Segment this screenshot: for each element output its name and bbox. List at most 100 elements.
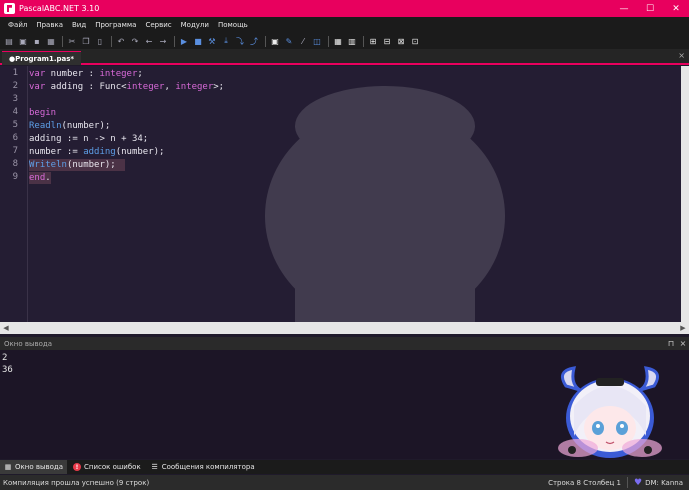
status-message: Компиляция прошла успешно (9 строк) [3, 478, 150, 487]
save-all-icon[interactable]: ▦ [45, 35, 57, 47]
output-panel-title: Окно вывода [4, 339, 53, 348]
toolbar-separator [62, 35, 63, 47]
toolbar-separator [328, 35, 329, 47]
step-over-icon[interactable]: ⤓ [220, 35, 232, 47]
status-separator [626, 477, 628, 488]
tab-label: Сообщения компилятора [161, 463, 255, 471]
code-line-4: begin [29, 108, 57, 118]
code-editor[interactable]: 1 2 3 4 5 6 7 8 9 var number : integer; … [0, 66, 689, 322]
toolbar-separator [363, 35, 364, 47]
line-number: 1 [12, 68, 18, 78]
code-line-6: adding := n -> n + 34; [29, 134, 149, 144]
network-icon-3[interactable]: ⊠ [395, 35, 407, 47]
toolbar-separator [111, 35, 112, 47]
close-panel-icon[interactable]: × [677, 339, 689, 348]
back-icon[interactable]: ← [143, 35, 155, 47]
minimize-button[interactable]: — [611, 0, 637, 17]
menu-file[interactable]: Файл [8, 21, 27, 29]
code-line-5: Readln(number); [29, 121, 111, 131]
code-line-2: var adding : Func<integer, integer>; [29, 82, 225, 92]
menu-program[interactable]: Программа [95, 21, 136, 29]
network-icon-2[interactable]: ⊟ [381, 35, 393, 47]
editor-tab-strip: ●Program1.pas* × [0, 49, 689, 65]
heart-icon: ♥ [633, 477, 643, 488]
line-number: 8 [12, 159, 18, 169]
theme-label: DM: Kanna [645, 478, 683, 487]
form-designer-icon[interactable]: ◫ [311, 35, 323, 47]
title-bar: PascalABC.NET 3.10 — ☐ ✕ [0, 0, 689, 17]
format-icon[interactable]: ⁄ [297, 35, 309, 47]
output-window-icon: ▦ [4, 463, 12, 471]
run-icon[interactable]: ▶ [178, 35, 190, 47]
menu-bar: Файл Правка Вид Программа Сервис Модули … [0, 17, 689, 33]
cursor-position: Строка 8 Столбец 1 [548, 478, 621, 487]
background-character-image [265, 86, 505, 322]
close-button[interactable]: ✕ [663, 0, 689, 17]
tab-output-window[interactable]: ▦ Окно вывода [0, 460, 68, 474]
bottom-panel-tabs: ▦ Окно вывода ! Список ошибок ☰ Сообщени… [0, 460, 689, 474]
scroll-left-icon[interactable]: ◀ [0, 322, 12, 334]
network-icon-1[interactable]: ⊞ [367, 35, 379, 47]
menu-service[interactable]: Сервис [145, 21, 171, 29]
line-number: 9 [12, 172, 18, 182]
undo-icon[interactable]: ↶ [115, 35, 127, 47]
status-bar: Компиляция прошла успешно (9 строк) Стро… [0, 475, 689, 490]
debug-icon[interactable]: ✎ [283, 35, 295, 47]
build-icon[interactable]: ⚒ [206, 35, 218, 47]
output-line: 2 [2, 353, 8, 363]
toolbar-separator [174, 35, 175, 47]
code-line-1: var number : integer; [29, 69, 143, 79]
line-number: 7 [12, 146, 18, 156]
close-tab-icon[interactable]: × [678, 51, 685, 60]
scroll-track[interactable] [12, 322, 677, 334]
window-icon[interactable]: ▦ [332, 35, 344, 47]
cut-icon[interactable]: ✂ [66, 35, 78, 47]
redo-icon[interactable]: ↷ [129, 35, 141, 47]
copy-icon[interactable]: ❐ [80, 35, 92, 47]
save-icon[interactable]: ▪ [31, 35, 43, 47]
menu-view[interactable]: Вид [72, 21, 86, 29]
network-icon-4[interactable]: ⊡ [409, 35, 421, 47]
maximize-button[interactable]: ☐ [637, 0, 663, 17]
tab-label: Список ошибок [84, 463, 141, 471]
new-file-icon[interactable]: ▤ [3, 35, 15, 47]
tab-error-list[interactable]: ! Список ошибок [69, 460, 145, 474]
step-into-icon[interactable]: ⤵ [234, 35, 246, 47]
editor-horizontal-scrollbar[interactable]: ◀ ▶ [0, 322, 689, 334]
window-title: PascalABC.NET 3.10 [19, 4, 100, 13]
stop-icon[interactable]: ■ [192, 35, 204, 47]
properties-icon[interactable]: ▥ [346, 35, 358, 47]
console-icon[interactable]: ▣ [269, 35, 281, 47]
step-out-icon[interactable]: ⤴ [248, 35, 260, 47]
editor-vertical-scrollbar[interactable] [681, 66, 689, 322]
line-number: 3 [12, 94, 18, 104]
output-panel-header: Окно вывода ⊓ × [0, 337, 689, 350]
app-logo-icon [4, 3, 15, 14]
scroll-right-icon[interactable]: ▶ [677, 322, 689, 334]
toolbar: ▤ ▣ ▪ ▦ ✂ ❐ ▯ ↶ ↷ ← → ▶ ■ ⚒ ⤓ ⤵ ⤴ ▣ ✎ ⁄ … [0, 33, 689, 49]
code-line-9: end. [29, 172, 51, 184]
code-line-7: number := adding(number); [29, 147, 165, 157]
messages-icon: ☰ [151, 463, 158, 471]
line-number-gutter: 1 2 3 4 5 6 7 8 9 [0, 66, 24, 322]
menu-edit[interactable]: Правка [36, 21, 63, 29]
tab-program1[interactable]: ●Program1.pas* [2, 51, 82, 65]
line-number: 6 [12, 133, 18, 143]
menu-modules[interactable]: Модули [181, 21, 209, 29]
pin-icon[interactable]: ⊓ [665, 339, 677, 348]
gutter-divider [27, 66, 28, 322]
toolbar-separator [265, 35, 266, 47]
paste-icon[interactable]: ▯ [94, 35, 106, 47]
menu-help[interactable]: Помощь [218, 21, 248, 29]
tab-compiler-messages[interactable]: ☰ Сообщения компилятора [147, 460, 259, 474]
code-line-8-current: Writeln(number); [29, 159, 125, 171]
output-line: 36 [2, 365, 13, 375]
tab-label: Окно вывода [15, 463, 64, 471]
line-number: 5 [12, 120, 18, 130]
error-icon: ! [73, 463, 82, 471]
kanna-mascot-image [558, 366, 662, 458]
line-number: 4 [12, 107, 18, 117]
open-file-icon[interactable]: ▣ [17, 35, 29, 47]
forward-icon[interactable]: → [157, 35, 169, 47]
line-number: 2 [12, 81, 18, 91]
